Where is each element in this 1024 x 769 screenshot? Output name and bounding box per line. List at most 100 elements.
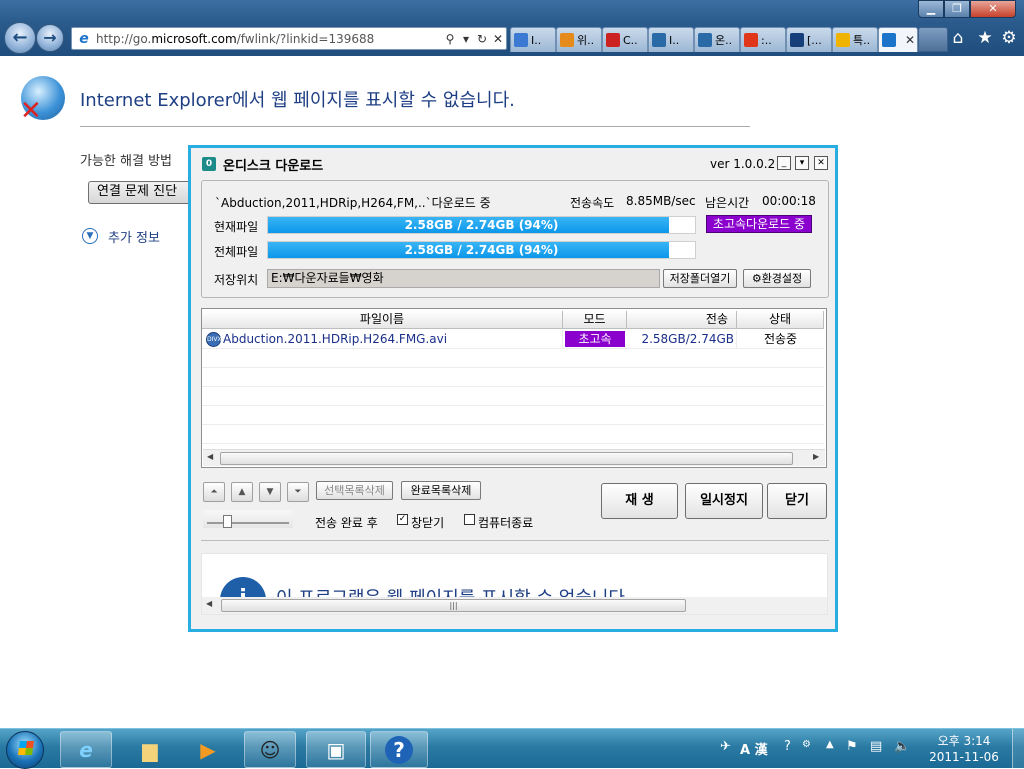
taskbar-ie-button[interactable]: e: [60, 731, 112, 768]
new-tab-button[interactable]: [918, 27, 948, 52]
minimize-button[interactable]: ▁: [918, 0, 944, 18]
divider: [201, 540, 829, 541]
delete-completed-button[interactable]: 완료목록삭제: [401, 481, 481, 500]
maximize-button[interactable]: ❐: [944, 0, 970, 18]
delete-selected-button[interactable]: 선택목록삭제: [316, 481, 393, 500]
move-bottom-icon[interactable]: ⏷: [287, 482, 309, 502]
transfer-value: 2.58GB/2.74GB: [627, 330, 737, 349]
clock-time: 오후 3:14: [937, 734, 991, 748]
favorites-icon[interactable]: ★: [974, 28, 996, 48]
close-button[interactable]: 닫기: [767, 483, 827, 519]
tab-close-icon[interactable]: ✕: [905, 33, 915, 47]
diagnose-button[interactable]: 연결 문제 진단: [88, 181, 192, 204]
close-window-checkbox[interactable]: ✓: [397, 514, 408, 525]
slider-thumb[interactable]: [223, 515, 232, 528]
table-row: [202, 368, 824, 387]
browser-tab-active[interactable]: ✕: [878, 27, 918, 52]
scrollbar-thumb[interactable]: |||: [221, 599, 686, 612]
embedded-scrollbar[interactable]: ◀ |||: [202, 597, 827, 614]
scroll-left-icon[interactable]: ◀: [206, 599, 212, 608]
start-button[interactable]: [6, 731, 44, 769]
tab-label: :..: [761, 33, 772, 47]
forward-button[interactable]: →: [36, 24, 64, 52]
play-button[interactable]: 재 생: [601, 483, 678, 519]
table-row[interactable]: DIVX Abduction.2011.HDRip.H264.FMG.avi 초…: [202, 330, 824, 349]
address-bar[interactable]: e http://go.microsoft.com/fwlink/?linkid…: [71, 27, 507, 50]
table-row: [202, 406, 824, 425]
browser-tab[interactable]: C..: [602, 27, 648, 52]
ondisk-title: 온디스크 다운로드: [223, 159, 324, 174]
open-folder-button[interactable]: 저장폴더열기: [663, 269, 737, 288]
taskbar-ondisk-button[interactable]: ☺: [244, 731, 296, 768]
browser-tab[interactable]: :..: [740, 27, 786, 52]
taskbar-explorer-button[interactable]: ▆: [124, 731, 176, 768]
current-file-progress: 2.58GB / 2.74GB (94%): [267, 216, 696, 234]
move-top-icon[interactable]: ⏶: [203, 482, 225, 502]
back-button[interactable]: ←: [4, 22, 36, 54]
browser-tab[interactable]: 온..: [694, 27, 740, 52]
browser-tab[interactable]: [...: [786, 27, 832, 52]
search-icon[interactable]: ⚲: [442, 32, 458, 46]
embedded-ad-frame: i 이 프로그램은 웹 페이지를 표시할 수 없습니다 ◀ |||: [201, 553, 828, 615]
ime-options-icon[interactable]: ⚙: [802, 739, 811, 750]
show-hidden-icons[interactable]: ▲: [826, 739, 834, 750]
tab-favicon-icon: [560, 33, 574, 47]
column-header[interactable]: 파일이름: [202, 311, 563, 329]
ime-indicator[interactable]: A 漢: [740, 739, 768, 758]
stop-icon[interactable]: ✕: [490, 32, 506, 46]
file-list-scrollbar[interactable]: ◀ ▶: [203, 449, 825, 466]
speed-slider[interactable]: [203, 510, 293, 528]
tab-label: I..: [669, 33, 680, 47]
ime-help-icon[interactable]: ?: [784, 739, 791, 754]
browser-tab[interactable]: 위..: [556, 27, 602, 52]
taskbar-mediaplayer-button[interactable]: ▶: [182, 731, 234, 768]
language-globe-icon[interactable]: ✈: [720, 739, 731, 754]
turbo-status-badge: 초고속다운로드 중: [706, 215, 812, 233]
tools-gear-icon[interactable]: ⚙: [998, 28, 1020, 48]
pause-button[interactable]: 일시정지: [685, 483, 763, 519]
ondisk-titlebar[interactable]: 0 온디스크 다운로드 ver 1.0.0.2 _ ▾ ✕: [191, 148, 835, 178]
tab-label: 위..: [577, 34, 595, 47]
settings-button[interactable]: ⚙환경설정: [743, 269, 811, 288]
browser-tab[interactable]: I..: [648, 27, 694, 52]
download-status: `Abduction,2011,HDRip,H264,FM,..`다운로드 중: [215, 196, 491, 210]
address-url[interactable]: http://go.microsoft.com/fwlink/?linkid=1…: [96, 32, 442, 46]
page-title: Internet Explorer에서 웹 페이지를 표시할 수 없습니다.: [80, 90, 515, 111]
show-desktop-button[interactable]: [1012, 729, 1024, 769]
move-down-icon[interactable]: ▼: [259, 482, 281, 502]
ondisk-minimize-button[interactable]: _: [777, 156, 791, 170]
volume-icon[interactable]: 🔈: [894, 739, 910, 754]
refresh-icon[interactable]: ↻: [474, 32, 490, 46]
status-value: 전송중: [763, 332, 798, 346]
shutdown-checkbox[interactable]: [464, 514, 475, 525]
ie-icon: e: [79, 737, 93, 762]
column-header[interactable]: 모드: [563, 311, 627, 329]
folder-icon: ▆: [142, 737, 158, 762]
window-close-button[interactable]: ✕: [970, 0, 1016, 18]
dropdown-icon[interactable]: ▾: [458, 32, 474, 46]
scroll-right-icon[interactable]: ▶: [813, 452, 819, 461]
flag-icon[interactable]: ⚑: [846, 739, 858, 754]
tab-favicon-icon: [652, 33, 666, 47]
network-icon[interactable]: ▤: [870, 739, 882, 754]
clock[interactable]: 오후 3:14 2011-11-06: [920, 733, 1008, 765]
ondisk-close-icon[interactable]: ✕: [814, 156, 828, 170]
scrollbar-thumb[interactable]: [220, 452, 793, 465]
column-header[interactable]: 상태: [737, 311, 824, 329]
scroll-left-icon[interactable]: ◀: [207, 452, 213, 461]
browser-tab[interactable]: I..: [510, 27, 556, 52]
taskbar-remote-button[interactable]: ▣: [306, 731, 366, 768]
expand-chevron-icon[interactable]: ▼: [82, 228, 98, 244]
more-info-link[interactable]: 추가 정보: [108, 227, 160, 246]
ondisk-restore-button[interactable]: ▾: [795, 156, 809, 170]
home-icon[interactable]: ⌂: [947, 28, 969, 48]
move-up-icon[interactable]: ▲: [231, 482, 253, 502]
divider: [80, 126, 750, 127]
tab-favicon-icon: [698, 33, 712, 47]
download-info-panel: `Abduction,2011,HDRip,H264,FM,..`다운로드 중 …: [201, 180, 829, 298]
column-header[interactable]: 전송: [627, 311, 737, 329]
browser-tab[interactable]: 특..: [832, 27, 878, 52]
ie-toolbar: ▁ ❐ ✕ ← → e http://go.microsoft.com/fwli…: [0, 0, 1024, 56]
possible-fix-label: 가능한 해결 방법: [80, 154, 172, 169]
taskbar-help-button[interactable]: ?: [370, 731, 428, 768]
